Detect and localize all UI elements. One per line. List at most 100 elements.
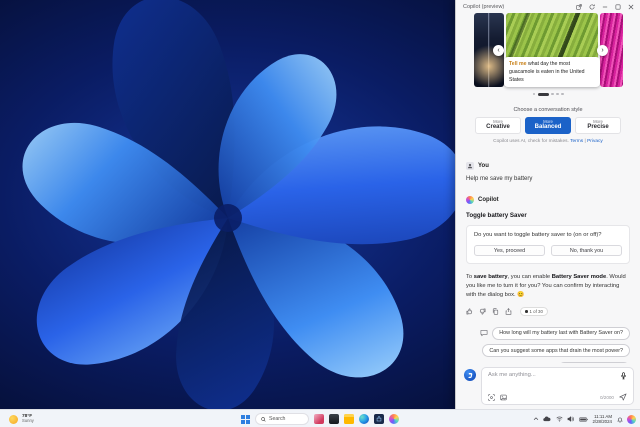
conversation-style-picker: More Creative More Balanced More Precise	[456, 117, 640, 134]
close-icon[interactable]	[628, 4, 634, 10]
page-dot[interactable]	[551, 93, 554, 96]
carousel-next-button[interactable]: ›	[597, 45, 608, 56]
discover-carousel: ‹ › Tell me what day the most guacamole …	[456, 13, 640, 87]
no-thank-you-button[interactable]: No, thank you	[551, 245, 622, 256]
page-dot[interactable]	[561, 93, 564, 96]
response-actions: 1 of 30	[466, 307, 630, 316]
yes-proceed-button[interactable]: Yes, proceed	[474, 245, 545, 256]
answer-bold: Battery Saver mode	[552, 274, 606, 280]
microphone-icon[interactable]	[620, 372, 627, 380]
copilot-window: Copilot (preview) ‹ › Tell me what day t…	[455, 0, 640, 409]
ask-input[interactable]	[488, 372, 616, 378]
send-icon[interactable]	[619, 393, 627, 401]
composer: 0/2000	[456, 363, 640, 409]
file-explorer-icon[interactable]	[344, 414, 354, 424]
style-label: Balanced	[535, 124, 562, 131]
tooltip-highlight: Tell me	[509, 61, 527, 67]
system-tray: 11:11 AM 2/28/2024	[533, 410, 636, 427]
user-name: You	[478, 163, 489, 169]
pinned-app-icon-2[interactable]	[329, 414, 339, 424]
taskbar: 78°F Sunny Search 11:11 AM	[0, 409, 640, 427]
search-label: Search	[269, 416, 285, 422]
popout-icon[interactable]	[576, 4, 582, 10]
screen: Copilot (preview) ‹ › Tell me what day t…	[0, 0, 640, 427]
style-label: Creative	[486, 124, 510, 131]
page-dot-active[interactable]	[538, 93, 549, 96]
volume-icon[interactable]	[567, 416, 574, 422]
input-bottom-row: 0/2000	[488, 393, 627, 401]
style-balanced-button[interactable]: More Balanced	[525, 117, 571, 134]
answer-bold: save battery	[474, 274, 508, 280]
taskbar-clock[interactable]: 11:11 AM 2/28/2024	[592, 414, 612, 425]
window-controls	[576, 4, 634, 10]
user-message: Help me save my battery	[466, 176, 630, 182]
page-dot[interactable]	[556, 93, 559, 96]
copilot-titlebar: Copilot (preview)	[456, 0, 640, 13]
counter-dot	[525, 310, 528, 313]
suggestion-chip-1[interactable]: How long will my battery last with Batte…	[492, 327, 630, 340]
microsoft-store-icon[interactable]	[374, 414, 384, 424]
counter-text: 1 of 30	[530, 309, 543, 314]
copilot-tray-icon[interactable]	[627, 415, 636, 424]
window-title: Copilot (preview)	[463, 4, 504, 10]
suggestion-row: Can you suggest some apps that drain the…	[482, 344, 630, 357]
maximize-icon[interactable]	[615, 4, 621, 10]
user-avatar	[466, 162, 474, 170]
dialog-buttons: Yes, proceed No, thank you	[474, 245, 622, 256]
edge-browser-icon[interactable]	[359, 414, 369, 424]
copilot-composer-icon	[464, 369, 476, 381]
conversation-style-heading: Choose a conversation style	[456, 107, 640, 113]
suggestion-row: How long will my battery last with Batte…	[480, 327, 630, 340]
assistant-name: Copilot	[478, 197, 499, 203]
notification-bell-icon[interactable]	[617, 416, 623, 423]
add-image-icon[interactable]	[500, 394, 507, 401]
add-screenshot-icon[interactable]	[488, 394, 495, 401]
answer-text: , you can enable	[508, 274, 552, 280]
user-message-header: You	[466, 162, 630, 170]
battery-saver-dialog: Do you want to toggle battery saver to (…	[466, 225, 630, 264]
chat-input-box[interactable]: 0/2000	[481, 367, 634, 405]
clock-date: 2/28/2024	[592, 419, 612, 424]
onedrive-cloud-icon[interactable]	[543, 416, 551, 422]
weather-widget[interactable]: 78°F Sunny	[9, 410, 34, 427]
style-creative-button[interactable]: More Creative	[475, 117, 521, 134]
hidden-icons-chevron[interactable]	[533, 416, 539, 422]
search-icon	[261, 417, 266, 422]
weather-condition: Sunny	[22, 419, 34, 424]
search-box[interactable]: Search	[255, 413, 309, 425]
taskbar-center: Search	[241, 410, 399, 427]
copilot-taskbar-icon[interactable]	[389, 414, 399, 424]
pinned-app-icon-1[interactable]	[314, 414, 324, 424]
battery-icon[interactable]	[579, 417, 588, 422]
weather-text: 78°F Sunny	[22, 414, 34, 424]
sun-icon	[9, 415, 18, 424]
carousel-prev-button[interactable]: ‹	[493, 45, 504, 56]
copy-icon[interactable]	[492, 308, 499, 315]
answer-text: To	[466, 274, 474, 280]
smiley-emoji: 😊	[517, 292, 524, 298]
copilot-avatar-icon	[466, 196, 474, 204]
char-counter: 0/2000	[600, 395, 614, 400]
input-top-row	[488, 372, 627, 380]
suggestion-chips: How long will my battery last with Batte…	[466, 327, 630, 363]
style-label: Precise	[587, 124, 608, 131]
suggestion-chip-2[interactable]: Can you suggest some apps that drain the…	[482, 344, 630, 357]
start-button[interactable]	[241, 415, 250, 424]
assistant-answer: To save battery, you can enable Battery …	[466, 273, 630, 300]
assistant-message-header: Copilot	[466, 196, 630, 204]
dialog-question: Do you want to toggle battery saver to (…	[474, 232, 622, 238]
export-icon[interactable]	[505, 308, 512, 315]
page-dot[interactable]	[533, 93, 536, 96]
style-precise-button[interactable]: More Precise	[575, 117, 621, 134]
suggestion-bubble-icon	[480, 329, 488, 337]
wifi-icon[interactable]	[556, 416, 563, 422]
carousel-pagination[interactable]	[456, 90, 640, 98]
chat-area: You Help me save my battery Copilot Togg…	[456, 144, 640, 363]
action-title: Toggle battery Saver	[466, 212, 630, 219]
minimize-icon[interactable]	[602, 4, 608, 10]
carousel-prompt-tooltip[interactable]: Tell me what day the most guacamole is e…	[504, 57, 600, 87]
refresh-icon[interactable]	[589, 4, 595, 10]
response-counter: 1 of 30	[520, 307, 548, 316]
thumbs-down-icon[interactable]	[479, 308, 486, 315]
thumbs-up-icon[interactable]	[466, 308, 473, 315]
